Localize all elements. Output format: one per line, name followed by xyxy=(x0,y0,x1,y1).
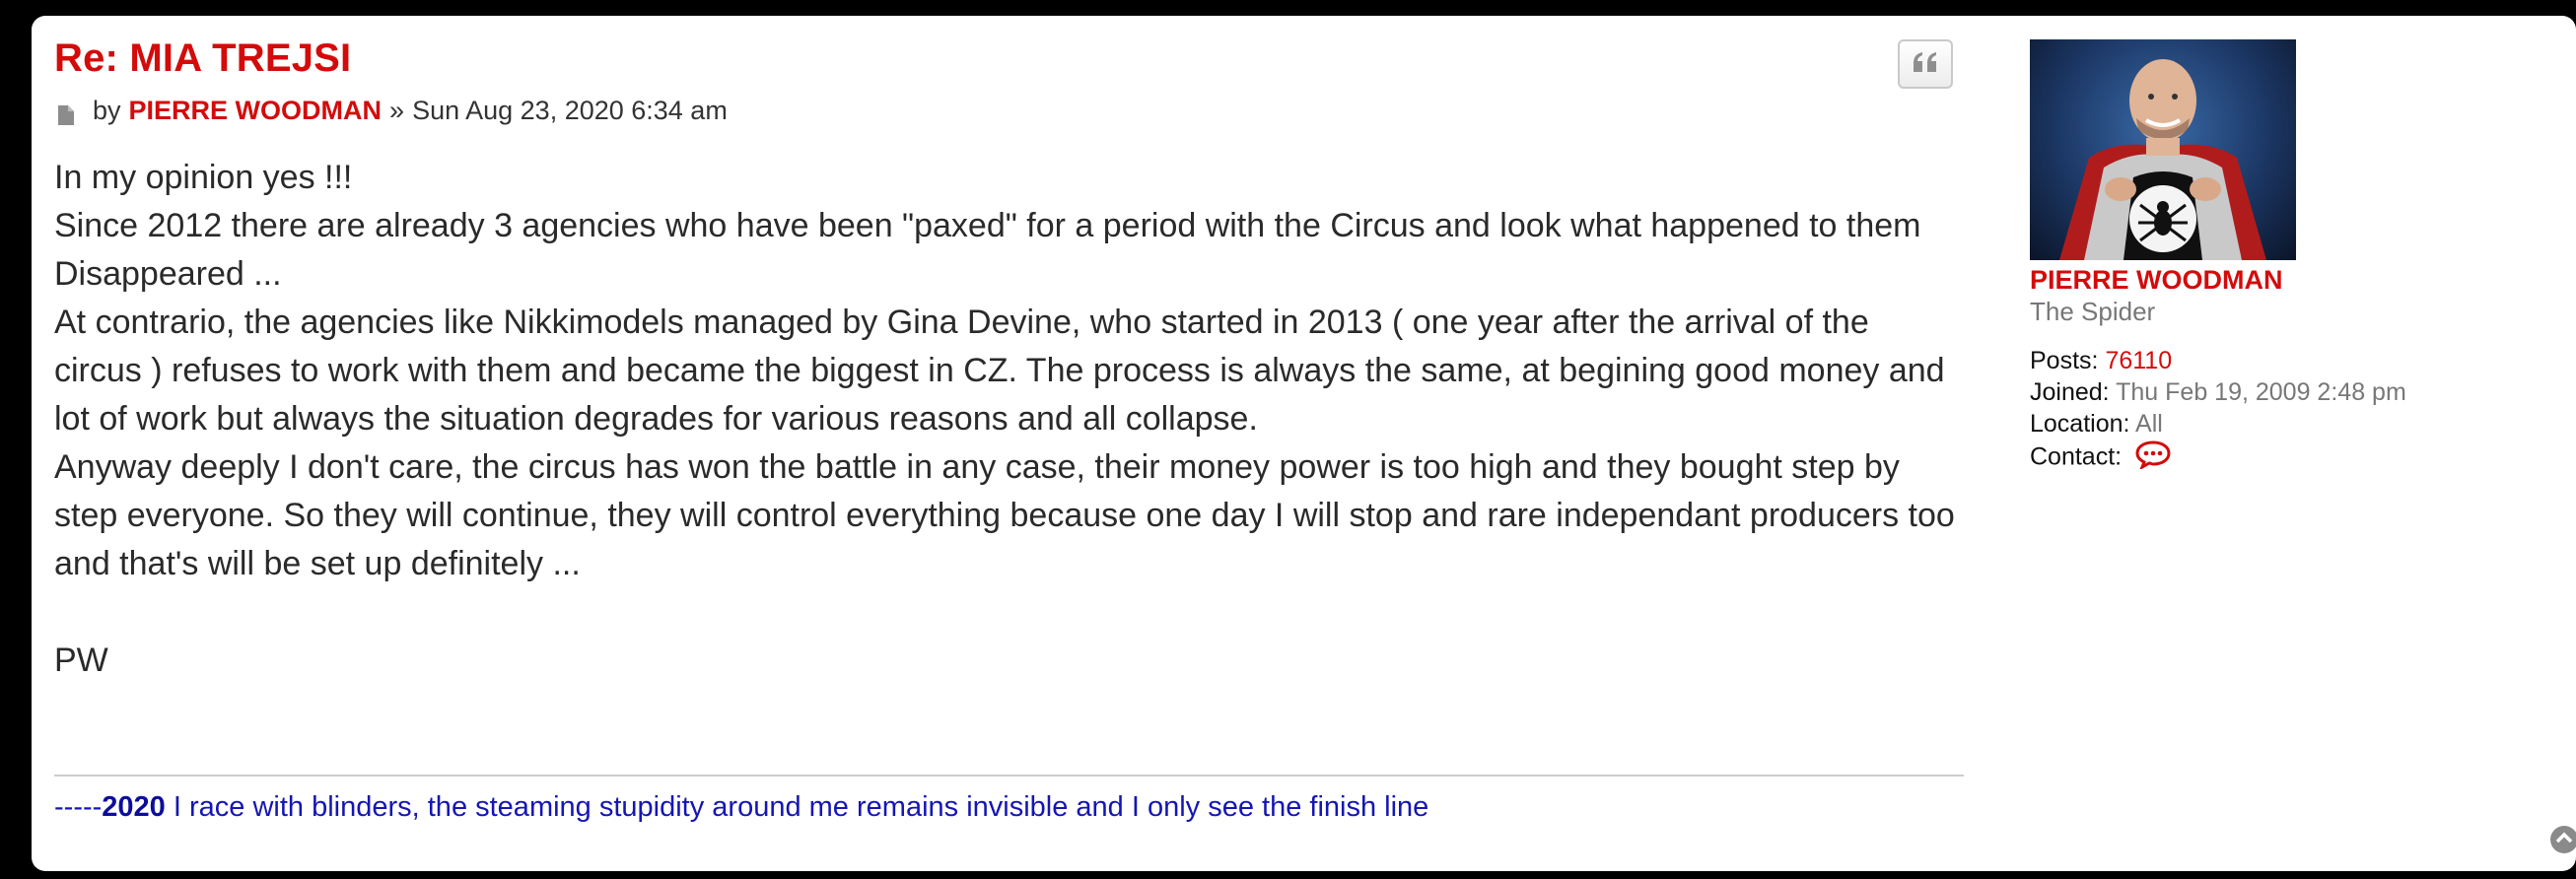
avatar[interactable] xyxy=(2030,39,2296,260)
speech-bubble-icon[interactable] xyxy=(2134,440,2172,477)
post-author-link[interactable]: PIERRE WOODMAN xyxy=(129,93,383,128)
post-paragraph: At contrario, the agencies like Nikkimod… xyxy=(54,304,1945,438)
profile-posts: Posts: 76110 xyxy=(2030,345,2542,376)
post-title: Re: MIA TREJSI xyxy=(54,34,1964,83)
date-separator: » xyxy=(389,96,405,125)
quote-button[interactable] xyxy=(1898,39,1953,89)
quote-icon xyxy=(1912,51,1939,78)
signature-prefix: ----- xyxy=(54,791,103,823)
profile-contact: Contact: xyxy=(2030,440,2542,477)
post-paragraph: Anyway deeply I don't care, the circus h… xyxy=(54,448,1955,582)
joined-value: Thu Feb 19, 2009 2:48 pm xyxy=(2116,378,2406,406)
forum-post: Re: MIA TREJSI by PIERRE WOODMAN » Sun A… xyxy=(32,16,2576,871)
post-paragraph: PW xyxy=(54,642,108,679)
signature-text: I race with blinders, the steaming stupi… xyxy=(165,791,1429,823)
post-title-link[interactable]: Re: MIA TREJSI xyxy=(54,36,351,80)
post-paragraph: Disappeared ... xyxy=(54,255,282,293)
profile-rank: The Spider xyxy=(2030,297,2156,326)
profile-fields: Posts: 76110 Joined: Thu Feb 19, 2009 2:… xyxy=(2030,345,2542,477)
joined-label: Joined: xyxy=(2030,378,2110,406)
post-signature: -----2020 I race with blinders, the stea… xyxy=(54,775,1964,826)
post-profile: PIERRE WOODMAN The Spider Posts: 76110 J… xyxy=(2030,39,2542,477)
profile-location: Location: All xyxy=(2030,408,2542,440)
post-body: Re: MIA TREJSI by PIERRE WOODMAN » Sun A… xyxy=(54,34,1964,685)
chevron-up-icon xyxy=(2555,831,2573,849)
post-date: Sun Aug 23, 2020 6:34 am xyxy=(412,96,728,125)
profile-joined: Joined: Thu Feb 19, 2009 2:48 pm xyxy=(2030,376,2542,408)
post-content: In my opinion yes !!! Since 2012 there a… xyxy=(54,154,1964,685)
document-icon[interactable] xyxy=(57,100,75,125)
back-to-top-button[interactable] xyxy=(2550,826,2576,853)
signature-year: 2020 xyxy=(102,791,166,823)
location-value: All xyxy=(2135,410,2163,438)
by-label: by xyxy=(93,96,121,125)
post-paragraph: Since 2012 there are already 3 agencies … xyxy=(54,207,1921,244)
profile-username[interactable]: PIERRE WOODMAN xyxy=(2030,264,2542,296)
post-paragraph: In my opinion yes !!! xyxy=(54,159,353,196)
posts-label: Posts: xyxy=(2030,347,2099,374)
contact-label: Contact: xyxy=(2030,442,2123,471)
posts-count-link[interactable]: 76110 xyxy=(2105,347,2172,374)
post-author-line: by PIERRE WOODMAN » Sun Aug 23, 2020 6:3… xyxy=(54,93,1964,128)
location-label: Location: xyxy=(2030,410,2130,438)
